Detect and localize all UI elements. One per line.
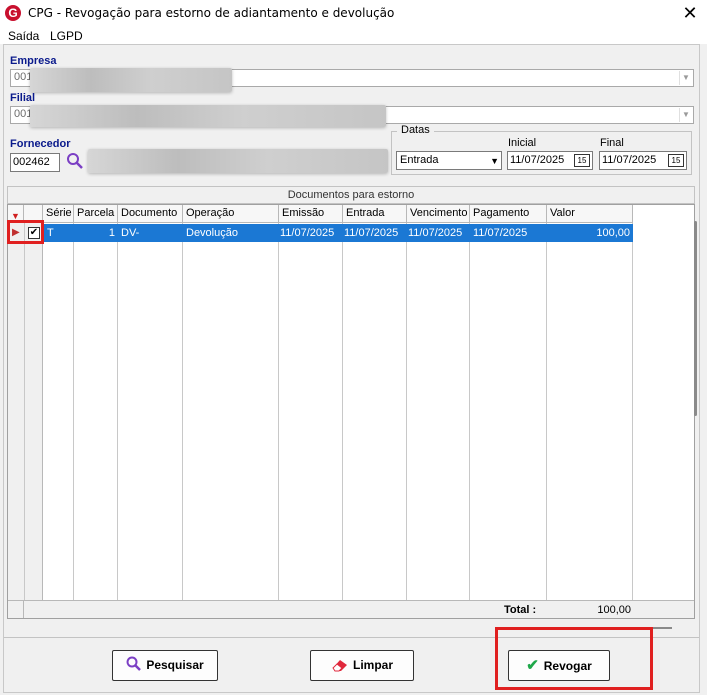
grid-caption: Documentos para estorno (7, 186, 695, 204)
grid-line (117, 223, 118, 600)
empresa-label: Empresa (10, 55, 57, 67)
col-operacao[interactable]: Operação (183, 205, 279, 223)
redacted-filial (30, 105, 386, 127)
cell-documento: DV-0000001 (121, 227, 164, 257)
cell-valor: 100,00 (596, 227, 630, 239)
pesquisar-label: Pesquisar (146, 658, 204, 672)
grid-line (182, 223, 183, 600)
chevron-down-icon: ▼ (490, 156, 499, 166)
cell-entrada: 11/07/2025 (344, 227, 399, 239)
grid-line (406, 223, 407, 600)
app-logo-icon: G (5, 5, 21, 21)
grid-line (342, 223, 343, 600)
menu-bar: Saída LGPD (0, 28, 707, 44)
vertical-scrollbar[interactable] (694, 221, 697, 416)
menu-item-saida[interactable]: Saída (8, 28, 39, 44)
close-icon[interactable]: ✕ (680, 3, 700, 23)
total-value: 100,00 (597, 604, 631, 616)
datas-legend: Datas (397, 124, 434, 136)
search-icon (126, 656, 142, 671)
inicial-date-value: 11/07/2025 (510, 154, 565, 166)
search-icon[interactable] (66, 152, 84, 170)
grid-footer: Total : 100,00 (8, 600, 694, 618)
col-emissao[interactable]: Emissão (279, 205, 343, 223)
cell-emissao: 11/07/2025 (280, 227, 335, 239)
grid-line (469, 223, 470, 600)
col-parcela[interactable]: Parcela (74, 205, 118, 223)
footer-spacer (8, 601, 24, 618)
chevron-down-icon: ▼ (679, 71, 692, 85)
fornecedor-label: Fornecedor (10, 138, 71, 150)
redacted-empresa (30, 68, 232, 92)
main-panel: Empresa 001 T ▼ Filial 001 T ▼ Fornecedo… (3, 44, 700, 693)
cell-parcela: 1 (108, 227, 115, 239)
cell-serie: T (47, 227, 54, 239)
filial-label: Filial (10, 92, 36, 104)
horizontal-scrollbar[interactable] (652, 627, 672, 629)
documents-grid: ▼ Série Parcela Documento Operação Emiss… (7, 204, 695, 619)
datas-tipo-select[interactable]: Entrada ▼ (396, 151, 502, 170)
col-pagamento[interactable]: Pagamento (470, 205, 547, 223)
limpar-label: Limpar (352, 658, 393, 672)
total-label: Total : (504, 604, 537, 616)
grid-line (73, 223, 74, 600)
col-documento[interactable]: Documento (118, 205, 183, 223)
redacted-fornecedor-name (88, 149, 388, 173)
menu-item-lgpd[interactable]: LGPD (50, 28, 83, 44)
col-valor[interactable]: Valor (547, 205, 633, 223)
calendar-icon[interactable]: 15 (574, 154, 590, 167)
eraser-icon (332, 660, 347, 672)
datas-tipo-value: Entrada (400, 154, 439, 166)
cell-pagamento: 11/07/2025 (473, 227, 528, 239)
pesquisar-button[interactable]: Pesquisar (112, 650, 218, 681)
table-row[interactable]: T 1 DV-0000001 Devolução 11/07/2025 11/0… (44, 224, 633, 257)
final-date-value: 11/07/2025 (602, 154, 657, 166)
final-label: Final (600, 137, 624, 149)
col-serie[interactable]: Série (43, 205, 74, 223)
inicial-label: Inicial (508, 137, 537, 149)
calendar-icon[interactable]: 15 (668, 154, 684, 167)
cell-vencimento: 11/07/2025 (408, 227, 463, 239)
grid-line (632, 223, 633, 600)
row-indicator-column (8, 223, 43, 600)
highlight-box-revogar (495, 627, 653, 690)
grid-line (24, 223, 25, 600)
fornecedor-code-input[interactable]: 002462 (10, 153, 60, 172)
grid-line (546, 223, 547, 600)
window-title: CPG - Revogação para estorno de adiantam… (28, 6, 395, 20)
chevron-down-icon: ▼ (679, 108, 692, 122)
col-entrada[interactable]: Entrada (343, 205, 407, 223)
limpar-button[interactable]: Limpar (310, 650, 414, 681)
highlight-box-checkbox (7, 220, 44, 244)
cell-operacao: Devolução (186, 227, 238, 239)
col-vencimento[interactable]: Vencimento (407, 205, 470, 223)
final-date-input[interactable]: 11/07/2025 15 (599, 151, 687, 170)
inicial-date-input[interactable]: 11/07/2025 15 (507, 151, 593, 170)
grid-line (278, 223, 279, 600)
title-bar: G CPG - Revogação para estorno de adiant… (0, 0, 707, 28)
